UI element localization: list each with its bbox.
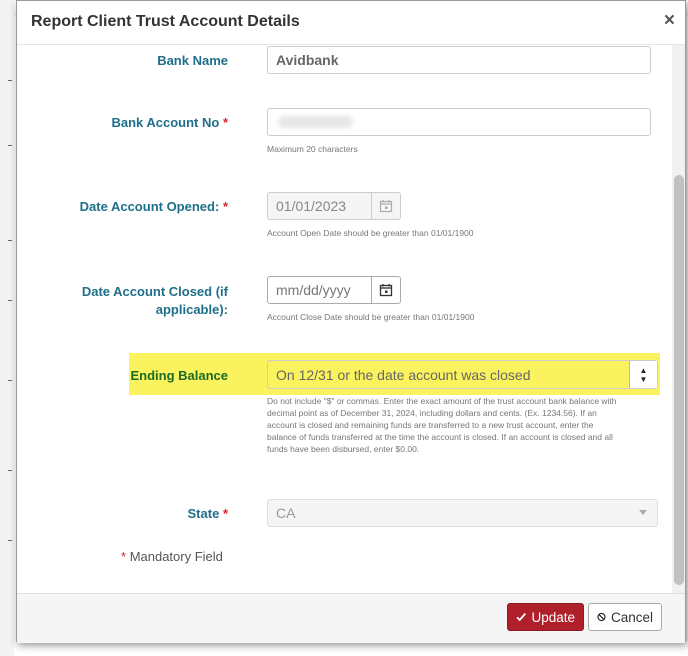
update-button[interactable]: Update [507,603,584,631]
bank-account-no-label: Bank Account No * [28,115,228,130]
required-mark: * [222,199,228,214]
state-label: State * [28,506,228,521]
mandatory-field-text: Mandatory Field [129,549,223,564]
date-closed-input[interactable]: mm/dd/yyyy [267,276,401,304]
date-closed-label-line1: Date Account Closed (if [81,284,228,299]
ending-balance-label-text: Ending Balance [130,368,228,383]
required-mark: * [222,506,228,521]
date-closed-label-line2: applicable): [155,302,228,317]
hint-line: decimal point as of December 31, 2024, i… [267,408,597,418]
background-page-edge [0,0,14,656]
bank-account-no-hint: Maximum 20 characters [267,144,358,154]
scrollbar-thumb[interactable] [674,175,684,585]
bank-name-label-text: Bank Name [157,53,228,68]
bank-name-value: Avidbank [276,52,339,68]
bank-account-no-input[interactable] [267,108,651,136]
cancel-button[interactable]: Cancel [588,603,662,631]
redacted-value [278,116,353,128]
bank-name-input[interactable]: Avidbank [267,46,651,74]
hint-line: Do not include "$" or commas. Enter the … [267,396,617,406]
state-select[interactable]: CA [267,499,658,527]
spinner-up-icon[interactable]: ▲ [640,366,648,375]
bank-name-label: Bank Name [28,53,228,68]
hint-line: balance of funds transferred at the time… [267,432,613,442]
chevron-down-icon [639,510,647,515]
spinner-arrows-icon[interactable]: ▲ ▼ [629,361,657,388]
ending-balance-placeholder: On 12/31 or the date account was closed [276,367,531,383]
ending-balance-input[interactable]: On 12/31 or the date account was closed … [267,360,658,389]
date-opened-hint: Account Open Date should be greater than… [267,228,474,238]
state-label-text: State [187,506,220,521]
dialog-header: Report Client Trust Account Details × [17,1,685,45]
date-opened-label: Date Account Opened: * [28,199,228,214]
spinner-down-icon[interactable]: ▼ [640,375,648,384]
state-value: CA [276,505,296,521]
date-closed-placeholder: mm/dd/yyyy [276,282,351,298]
bank-account-no-label-text: Bank Account No [111,115,220,130]
hint-line: account is closed and remaining funds ar… [267,420,594,430]
trust-account-dialog: Report Client Trust Account Details × Ba… [16,0,686,643]
dialog-footer: Update Cancel [17,593,685,643]
ending-balance-label: Ending Balance [28,368,228,383]
date-closed-hint: Account Close Date should be greater tha… [267,312,475,322]
required-mark: * [121,549,127,564]
calendar-icon[interactable] [371,277,400,303]
mandatory-field-note: * Mandatory Field [121,549,223,564]
required-mark: * [222,115,228,130]
date-closed-label: Date Account Closed (if applicable): [28,283,228,319]
close-icon[interactable]: × [664,11,675,30]
dialog-title: Report Client Trust Account Details [31,13,300,30]
date-opened-value: 01/01/2023 [276,198,347,214]
ending-balance-hint: Do not include "$" or commas. Enter the … [267,395,667,455]
checkmark-icon [516,613,527,622]
ban-icon [597,612,606,622]
cancel-button-label: Cancel [610,609,653,625]
date-opened-label-text: Date Account Opened: [79,199,220,214]
update-button-label: Update [531,609,575,625]
date-opened-input[interactable]: 01/01/2023 [267,192,401,220]
hint-line: funds have been disbursed, enter $0.00. [267,444,420,454]
dialog-body: Bank Name Avidbank Bank Account No * Max… [17,45,673,593]
scrollbar[interactable] [672,45,685,593]
calendar-icon[interactable] [371,193,400,219]
